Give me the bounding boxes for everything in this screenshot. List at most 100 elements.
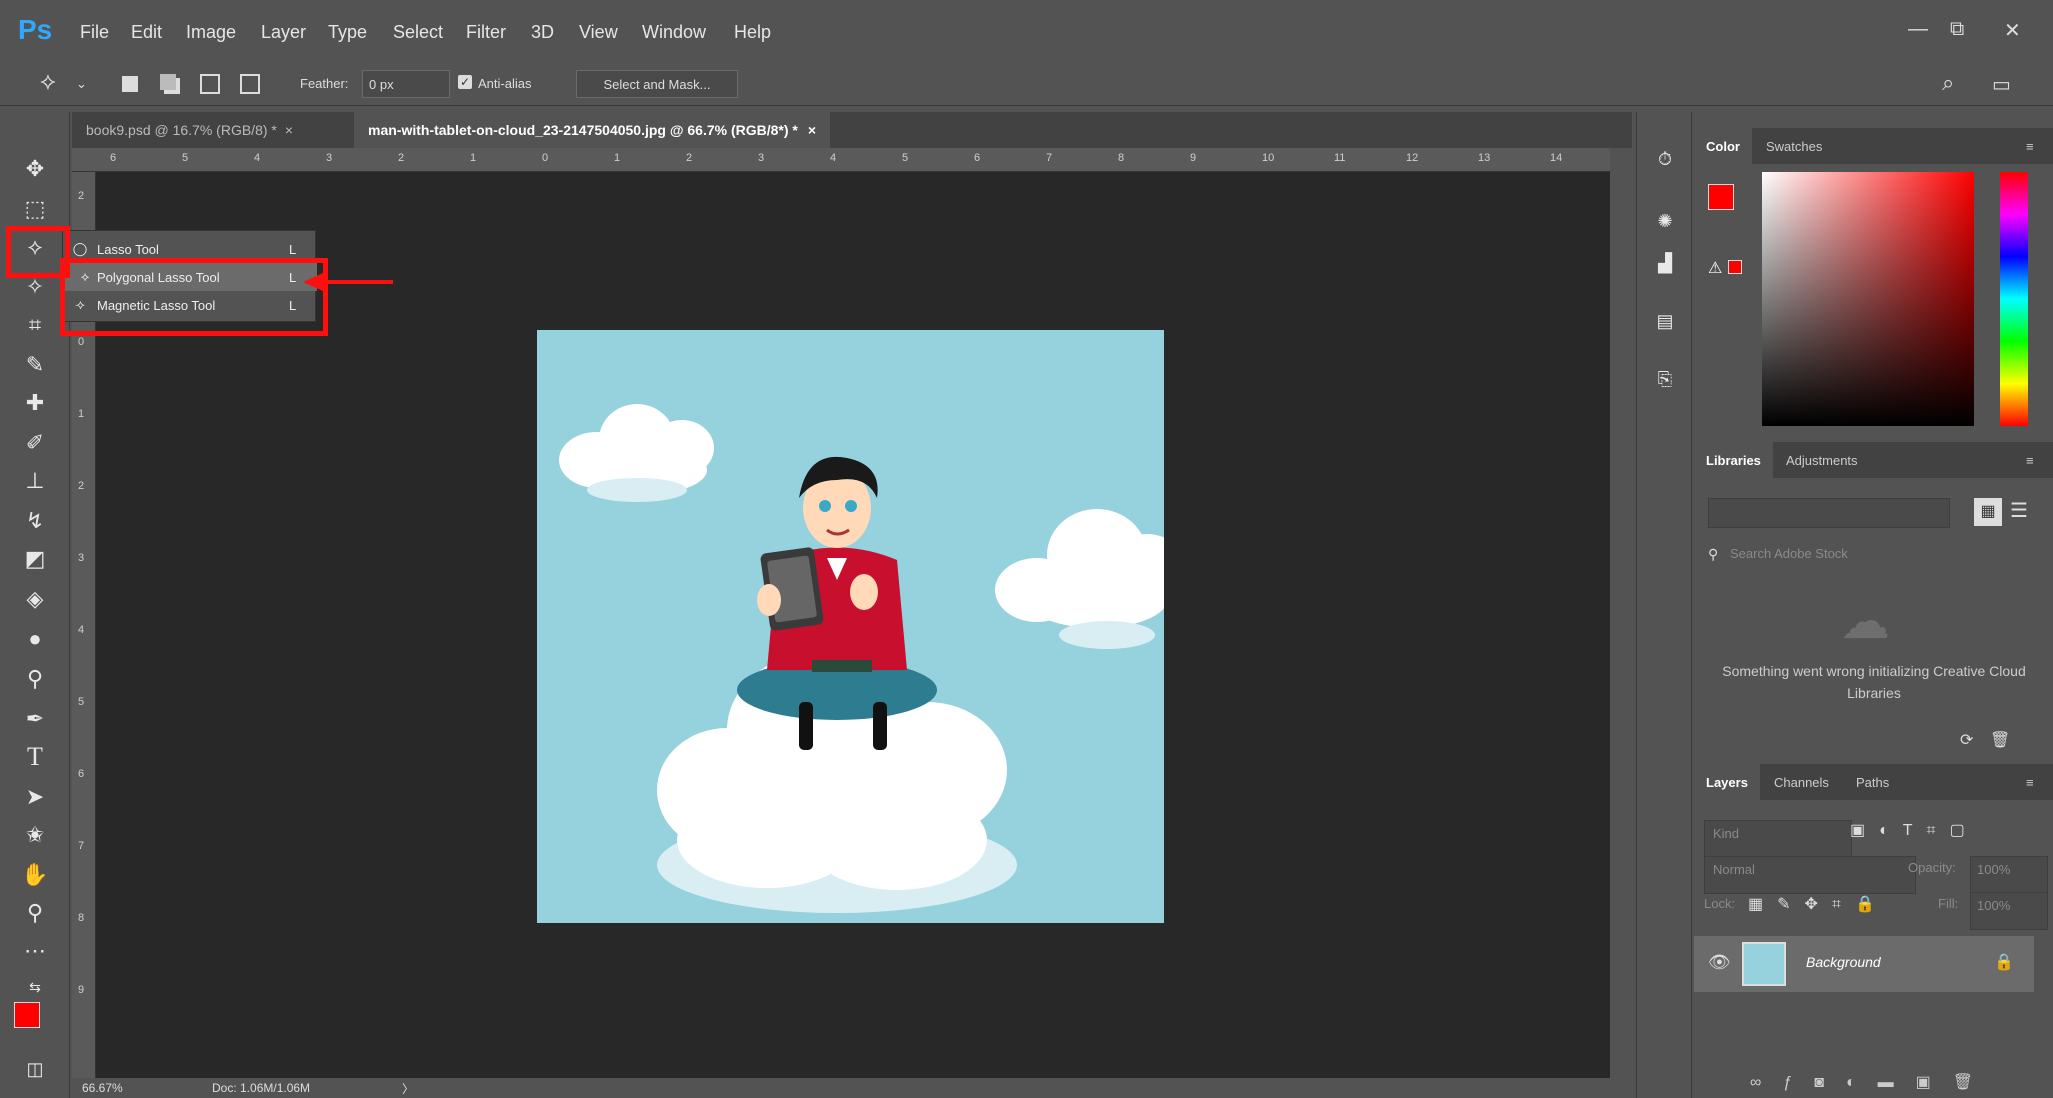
fill-input[interactable]: 100% [1970, 892, 2048, 930]
trash-icon[interactable]: 🗑 [1990, 730, 2010, 750]
ruler-tick: 5 [78, 696, 85, 708]
panel-menu-icon[interactable]: ≡ [2014, 442, 2046, 478]
new-selection-icon[interactable] [122, 76, 138, 92]
ruler-tick: 11 [1334, 152, 1346, 164]
paint-bucket-icon[interactable]: ◈ [18, 582, 52, 616]
healing-brush-icon[interactable]: ✚ [18, 386, 52, 420]
tool-preset-chevron-icon[interactable]: ⌄ [76, 76, 87, 92]
flyout-shortcut: L [289, 241, 297, 257]
close-window-button[interactable]: ✕ [2004, 18, 2021, 43]
tab-close-icon[interactable]: × [285, 122, 293, 138]
marquee-tool-icon[interactable]: ⬚ [18, 192, 52, 226]
lock-icons[interactable]: ▦✎✥⌗🔒 [1748, 894, 1889, 914]
eraser-icon[interactable]: ◩ [18, 542, 52, 576]
menu-type[interactable]: Type [328, 22, 367, 43]
menu-help[interactable]: Help [734, 22, 771, 43]
color-field[interactable] [1762, 172, 1974, 426]
grid-view-icon[interactable]: ▦ [1974, 498, 2002, 526]
blur-tool-icon[interactable]: ● [18, 622, 52, 656]
hand-tool-icon[interactable]: ✋ [18, 858, 52, 892]
brush-tool-icon[interactable]: ✐ [18, 426, 52, 460]
eyedropper-icon[interactable]: ✎ [18, 348, 52, 382]
subtract-selection-icon[interactable] [200, 74, 220, 94]
history-panel-icon[interactable]: ⏱ [1648, 142, 1682, 176]
restore-button[interactable]: ⧉ [1950, 18, 1964, 41]
visibility-eye-icon[interactable]: 👁 [1708, 952, 1731, 973]
ruler-tick: 4 [830, 152, 837, 164]
zoom-level[interactable]: 66.67% [82, 1081, 123, 1095]
menu-edit[interactable]: Edit [131, 22, 162, 43]
quick-mask-icon[interactable]: ◫ [18, 1052, 52, 1086]
type-tool-icon[interactable]: T [18, 740, 52, 774]
panel-menu-icon[interactable]: ≡ [2014, 128, 2046, 164]
ruler-tick: 14 [1550, 152, 1563, 164]
move-tool-icon[interactable]: ✥ [18, 152, 52, 186]
options-bar: ⟡ ⌄ Feather: 0 px ✓ Anti-alias Select an… [0, 60, 2053, 106]
minimize-button[interactable]: — [1908, 18, 1928, 41]
brush-settings-icon[interactable]: ✺ [1648, 204, 1682, 238]
stamp-tool-icon[interactable]: ⊥ [18, 464, 52, 498]
select-and-mask-button[interactable]: Select and Mask... [576, 70, 738, 98]
menu-window[interactable]: Window [642, 22, 706, 43]
histogram-icon[interactable]: ▟ [1648, 246, 1682, 280]
tab-libraries[interactable]: Libraries [1694, 442, 1773, 478]
panel-menu-icon[interactable]: ≡ [2014, 764, 2046, 800]
intersect-selection-icon[interactable] [240, 74, 260, 94]
polygonal-lasso-icon[interactable]: ⟡ [40, 68, 56, 96]
add-to-selection-icon[interactable] [160, 74, 176, 90]
layer-filter-kind[interactable]: Kind [1704, 820, 1852, 858]
list-view-icon[interactable]: ☰ [2010, 498, 2028, 523]
stock-search-input[interactable]: Search Adobe Stock [1730, 546, 1848, 561]
more-tools-icon[interactable]: ⋯ [18, 934, 52, 968]
zoom-tool-icon[interactable]: ⚲ [18, 896, 52, 930]
ruler-tick: 7 [1046, 152, 1053, 164]
menu-select[interactable]: Select [393, 22, 443, 43]
tab-swatches[interactable]: Swatches [1754, 128, 1834, 164]
tab-channels[interactable]: Channels [1762, 764, 1841, 800]
tab-layers[interactable]: Layers [1694, 764, 1760, 800]
document-image[interactable] [537, 330, 1164, 923]
foreground-color-swatch[interactable] [14, 1002, 40, 1028]
fg-color-swatch[interactable] [1708, 184, 1734, 210]
layer-name[interactable]: Background [1806, 954, 1881, 970]
properties-panel-icon[interactable]: ▤ [1648, 304, 1682, 338]
gamut-color-swatch[interactable] [1728, 260, 1742, 274]
ruler-tick: 6 [110, 152, 117, 164]
menu-view[interactable]: View [579, 22, 618, 43]
ruler-tick: 3 [758, 152, 765, 164]
layer-row-background[interactable]: 👁 Background 🔒 [1694, 936, 2034, 992]
menu-3d[interactable]: 3D [531, 22, 554, 43]
shape-tool-icon[interactable]: ✬ [18, 818, 52, 852]
crop-tool-icon[interactable]: ⌗ [18, 308, 52, 342]
dodge-tool-icon[interactable]: ⚲ [18, 662, 52, 696]
swap-colors-icon[interactable]: ⇆ [18, 970, 52, 1004]
library-select[interactable] [1708, 498, 1950, 528]
path-selection-icon[interactable]: ➤ [18, 780, 52, 814]
opacity-input[interactable]: 100% [1970, 856, 2048, 894]
tab-adjustments[interactable]: Adjustments [1774, 442, 1870, 478]
history-brush-icon[interactable]: ↯ [18, 504, 52, 538]
pen-tool-icon[interactable]: ✒ [18, 702, 52, 736]
layer-filter-icons[interactable]: ▣◐T⌗▢ [1850, 820, 1979, 840]
layers-footer-icons[interactable]: ∞ƒ◙◐▬▣🗑 [1750, 1072, 1995, 1092]
workspace-icon[interactable]: ▭ [1992, 72, 2011, 97]
feather-input[interactable]: 0 px [362, 70, 450, 98]
hue-slider[interactable] [2000, 172, 2028, 426]
tab-color[interactable]: Color [1694, 128, 1752, 164]
menu-image[interactable]: Image [186, 22, 236, 43]
blend-mode-select[interactable]: Normal [1704, 856, 1916, 894]
cc-sync-icon[interactable]: ⟳ [1960, 730, 1973, 750]
menu-file[interactable]: File [80, 22, 109, 43]
tab-book9[interactable]: book9.psd @ 16.7% (RGB/8) * × [72, 112, 307, 148]
status-menu-arrow-icon[interactable]: 〉 [402, 1080, 414, 1097]
tab-man-with-tablet[interactable]: man-with-tablet-on-cloud_23-2147504050.j… [354, 112, 831, 148]
menu-layer[interactable]: Layer [261, 22, 306, 43]
antialias-checkbox[interactable]: ✓ [458, 75, 472, 89]
menu-filter[interactable]: Filter [466, 22, 506, 43]
ruler-tick: 2 [686, 152, 693, 164]
search-icon[interactable]: ⌕ [1942, 70, 1954, 96]
tab-paths[interactable]: Paths [1844, 764, 1901, 800]
tab-label: man-with-tablet-on-cloud_23-2147504050.j… [368, 122, 798, 138]
tab-close-icon[interactable]: × [808, 122, 816, 138]
character-panel-icon[interactable]: ⎘ [1648, 362, 1682, 396]
